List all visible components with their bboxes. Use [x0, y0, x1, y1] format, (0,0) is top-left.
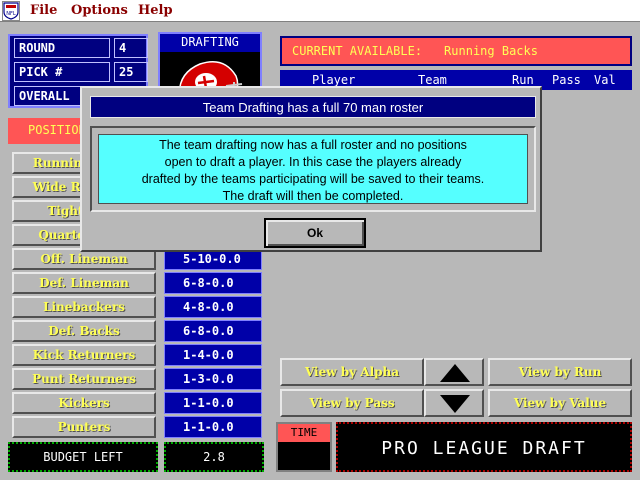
dialog-message-frame: The team drafting now has a full roster … — [90, 126, 536, 212]
budget-left-label: BUDGET LEFT — [8, 442, 158, 472]
position-def-backs-button[interactable]: Def. Backs — [12, 320, 156, 342]
view-by-alpha-button[interactable]: View by Alpha — [280, 358, 424, 386]
dialog-message-line: The draft will then be completed. — [222, 189, 404, 203]
current-available-label: CURRENT AVAILABLE: — [292, 44, 423, 58]
position-punt-returners-button[interactable]: Punt Returners — [12, 368, 156, 390]
full-roster-dialog: Team Drafting has a full 70 man roster T… — [80, 86, 542, 252]
scroll-down-button[interactable] — [424, 389, 484, 417]
col-run[interactable]: Run — [512, 73, 534, 87]
position-kickers-button[interactable]: Kickers — [12, 392, 156, 414]
col-val[interactable]: Val — [594, 73, 616, 87]
col-team[interactable]: Team — [418, 73, 447, 87]
col-pass[interactable]: Pass — [552, 73, 581, 87]
position-def-lineman-count: 6-8-0.0 — [164, 272, 262, 294]
position-kick-returners-count: 1-4-0.0 — [164, 344, 262, 366]
position-punters-count: 1-1-0.0 — [164, 416, 262, 438]
arrow-down-icon — [440, 395, 470, 413]
ok-button[interactable]: Ok — [264, 218, 366, 248]
position-linebackers-count: 4-8-0.0 — [164, 296, 262, 318]
pick-label: PICK # — [14, 62, 110, 82]
round-label: ROUND — [14, 38, 110, 58]
scroll-up-button[interactable] — [424, 358, 484, 386]
position-kickers-count: 1-1-0.0 — [164, 392, 262, 414]
app-logo-icon[interactable]: NFL — [2, 1, 20, 21]
view-by-value-button[interactable]: View by Value — [488, 389, 632, 417]
position-kick-returners-button[interactable]: Kick Returners — [12, 344, 156, 366]
menu-bar: NFL File Options Help — [0, 0, 640, 22]
position-punt-returners-count: 1-3-0.0 — [164, 368, 262, 390]
drafting-title: DRAFTING — [160, 34, 260, 52]
menu-file[interactable]: File — [30, 3, 57, 18]
position-def-lineman-button[interactable]: Def. Lineman — [12, 272, 156, 294]
time-box: TIME — [276, 422, 332, 472]
dialog-message-line: open to draft a player. In this case the… — [164, 155, 462, 169]
menu-help[interactable]: Help — [138, 3, 173, 18]
view-by-pass-button[interactable]: View by Pass — [280, 389, 424, 417]
svg-text:NFL: NFL — [6, 11, 16, 17]
position-punters-button[interactable]: Punters — [12, 416, 156, 438]
dialog-title: Team Drafting has a full 70 man roster — [90, 96, 536, 118]
budget-left-value: 2.8 — [164, 442, 264, 472]
view-by-run-button[interactable]: View by Run — [488, 358, 632, 386]
current-available-position: Running Backs — [444, 44, 538, 58]
dialog-message: The team drafting now has a full roster … — [98, 134, 528, 204]
round-value: 4 — [114, 38, 148, 58]
time-label: TIME — [278, 424, 330, 442]
current-available-header: CURRENT AVAILABLE: Running Backs — [280, 36, 632, 66]
dialog-message-line: The team drafting now has a full roster … — [159, 138, 467, 152]
position-def-backs-count: 6-8-0.0 — [164, 320, 262, 342]
pro-league-draft-banner: PRO LEAGUE DRAFT — [336, 422, 632, 472]
dialog-message-line: drafted by the teams participating will … — [141, 172, 485, 186]
position-linebackers-button[interactable]: Linebackers — [12, 296, 156, 318]
pick-value: 25 — [114, 62, 148, 82]
arrow-up-icon — [440, 364, 470, 382]
col-player[interactable]: Player — [312, 73, 355, 87]
menu-options[interactable]: Options — [71, 3, 128, 18]
